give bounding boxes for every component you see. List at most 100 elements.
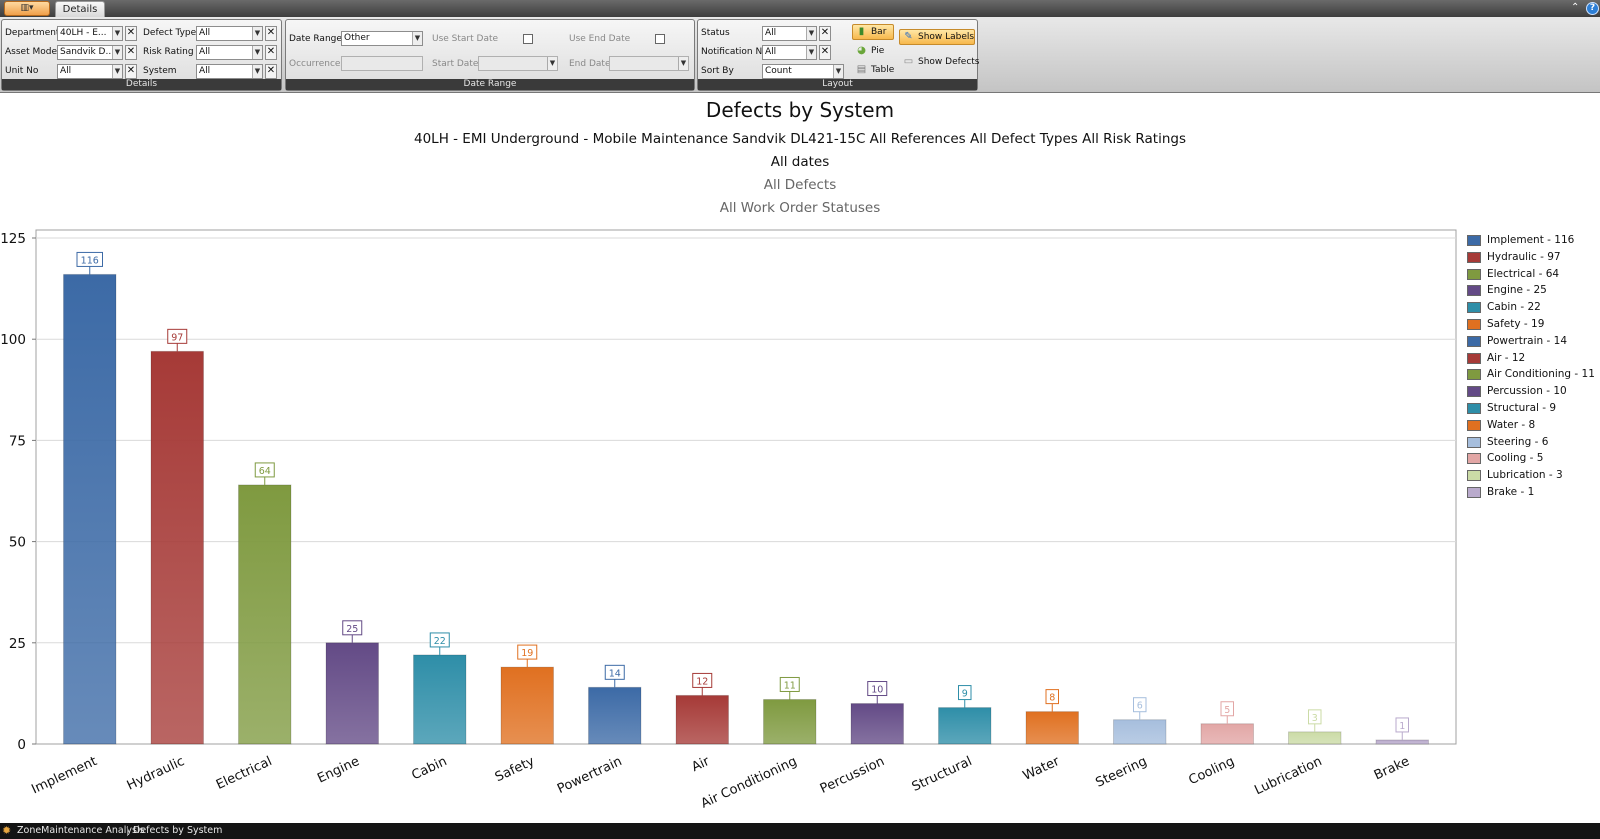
legend-label: Air - 12 — [1487, 351, 1526, 364]
x-tick-label: Hydraulic — [125, 754, 187, 794]
risk-rating-clear-button[interactable]: ✕ — [265, 45, 277, 60]
legend-swatch — [1467, 318, 1481, 330]
chevron-down-icon[interactable]: ▼ — [112, 46, 122, 59]
chevron-down-icon[interactable]: ▼ — [678, 57, 688, 70]
unit-no-clear-button[interactable]: ✕ — [125, 64, 137, 79]
department-clear-button[interactable]: ✕ — [125, 26, 137, 41]
occurrences-field[interactable] — [341, 56, 423, 71]
notification-no-combo[interactable]: All ▼ — [762, 45, 817, 60]
start-date-field[interactable]: ▼ — [478, 56, 558, 71]
help-icon[interactable]: ? — [1586, 2, 1599, 15]
legend-swatch — [1467, 285, 1481, 297]
defect-type-clear-button[interactable]: ✕ — [265, 26, 277, 41]
department-combo[interactable]: 40LH - E... ▼ — [57, 26, 123, 41]
legend-swatch — [1467, 419, 1481, 431]
x-tick-label: Lubrication — [1252, 754, 1324, 798]
system-label: System — [143, 66, 177, 76]
chevron-down-icon[interactable]: ▼ — [412, 32, 422, 45]
status-label: Status — [701, 28, 730, 38]
legend-label: Cooling - 5 — [1487, 452, 1544, 465]
layout-group: Status All ▼ ✕ Notification No All ▼ ✕ Sor… — [697, 19, 980, 91]
layout-group-title: Layout — [698, 79, 977, 90]
unit-no-combo[interactable]: All ▼ — [57, 64, 123, 79]
legend-item: Water - 8 — [1467, 417, 1600, 434]
legend-item: Cooling - 5 — [1467, 450, 1600, 467]
legend-item: Electrical - 64 — [1467, 266, 1600, 283]
x-tick-label: Powertrain — [555, 754, 624, 797]
x-tick-label: Percussion — [818, 754, 887, 797]
bar-chart: 0255075100125116Implement97Hydraulic64El… — [0, 229, 1457, 812]
details-group: Department 40LH - E... ▼ ✕ Asset Model Sa… — [1, 19, 282, 91]
bar-powertrain — [588, 686, 642, 745]
chevron-down-icon[interactable]: ▼ — [112, 27, 122, 40]
x-tick-label: Brake — [1372, 754, 1412, 783]
chevron-down-icon[interactable]: ▼ — [547, 57, 557, 70]
show-defects-toggle[interactable]: ▭ Show Defects — [899, 54, 980, 70]
chevron-down-icon[interactable]: ▼ — [806, 27, 816, 40]
use-end-date-checkbox[interactable] — [655, 34, 665, 44]
risk-rating-combo[interactable]: All ▼ — [196, 45, 263, 60]
asset-model-clear-button[interactable]: ✕ — [125, 45, 137, 60]
tab-details[interactable]: Details — [55, 1, 105, 17]
legend-swatch — [1467, 486, 1481, 498]
use-start-date-checkbox[interactable] — [523, 34, 533, 44]
y-tick-label: 25 — [9, 636, 26, 652]
bar-air — [675, 694, 729, 745]
chevron-down-icon[interactable]: ▼ — [806, 46, 816, 59]
legend-label: Safety - 19 — [1487, 317, 1545, 330]
data-label: 6 — [1137, 701, 1143, 712]
bar-lubrication — [1288, 731, 1342, 745]
chevron-down-icon[interactable]: ▼ — [252, 46, 262, 59]
legend-swatch — [1467, 386, 1481, 398]
data-label: 10 — [871, 685, 883, 696]
bar-water — [1025, 711, 1079, 745]
chevron-down-icon[interactable]: ▼ — [112, 65, 122, 78]
chart-subtitle-status: All Work Order Statuses — [719, 200, 881, 216]
defect-type-combo[interactable]: All ▼ — [196, 26, 263, 41]
legend-label: Brake - 1 — [1487, 485, 1535, 498]
legend-item: Steering - 6 — [1467, 434, 1600, 451]
date-range-label: Date Range — [289, 34, 342, 44]
date-range-group: Date Range Other ▼ Occurrences Use Start … — [285, 19, 695, 91]
chart-subtitle-filters: 40LH - EMI Underground - Mobile Maintena… — [414, 131, 1186, 147]
date-range-value: Other — [344, 33, 370, 43]
status-clear-button[interactable]: ✕ — [819, 26, 831, 41]
chevron-down-icon[interactable]: ▼ — [252, 27, 262, 40]
status-bar: ✹ ZoneMaintenance Analysis Defects by Sy… — [0, 823, 1600, 839]
sort-by-label: Sort By — [701, 66, 734, 76]
x-tick-label: Cooling — [1186, 754, 1236, 788]
chevron-down-icon[interactable]: ▼ — [252, 65, 262, 78]
app-menu-button[interactable]: ▥▾ — [4, 1, 50, 16]
notification-no-clear-button[interactable]: ✕ — [819, 45, 831, 60]
legend-swatch — [1467, 352, 1481, 364]
defect-type-label: Defect Type — [143, 28, 197, 38]
bar-cooling — [1200, 723, 1254, 745]
title-strip: ▥▾ Details ⌃ ? — [0, 0, 1600, 17]
system-clear-button[interactable]: ✕ — [265, 64, 277, 79]
legend-swatch — [1467, 235, 1481, 246]
table-view-button[interactable]: ▤ Table — [852, 62, 895, 78]
bar-view-button[interactable]: ▮ Bar — [852, 24, 894, 40]
app-logo-icon: ✹ — [2, 824, 12, 837]
x-tick-label: Water — [1021, 754, 1063, 784]
date-range-combo[interactable]: Other ▼ — [341, 31, 423, 46]
show-labels-toggle[interactable]: ✎ Show Labels — [899, 29, 975, 45]
end-date-field[interactable]: ▼ — [609, 56, 689, 71]
chevron-down-icon[interactable]: ▼ — [833, 65, 843, 78]
status-combo[interactable]: All ▼ — [762, 26, 817, 41]
legend-label: Engine - 25 — [1487, 284, 1547, 297]
collapse-ribbon-icon[interactable]: ⌃ — [1571, 1, 1581, 15]
asset-model-combo[interactable]: Sandvik D... ▼ — [57, 45, 123, 60]
legend-item: Cabin - 22 — [1467, 299, 1600, 316]
bar-brake — [1375, 739, 1429, 745]
x-tick-label: Steering — [1093, 754, 1149, 791]
notification-no-label: Notification No — [701, 47, 768, 57]
system-combo[interactable]: All ▼ — [196, 64, 263, 79]
sort-by-combo[interactable]: Count ▼ — [762, 64, 844, 79]
chart-subtitle-dates: All dates — [770, 154, 830, 170]
x-tick-label: Engine — [315, 754, 362, 786]
legend-swatch — [1467, 453, 1481, 465]
unit-no-label: Unit No — [5, 66, 39, 76]
pie-view-button[interactable]: ◕ Pie — [852, 43, 894, 59]
status-separator — [127, 826, 128, 836]
